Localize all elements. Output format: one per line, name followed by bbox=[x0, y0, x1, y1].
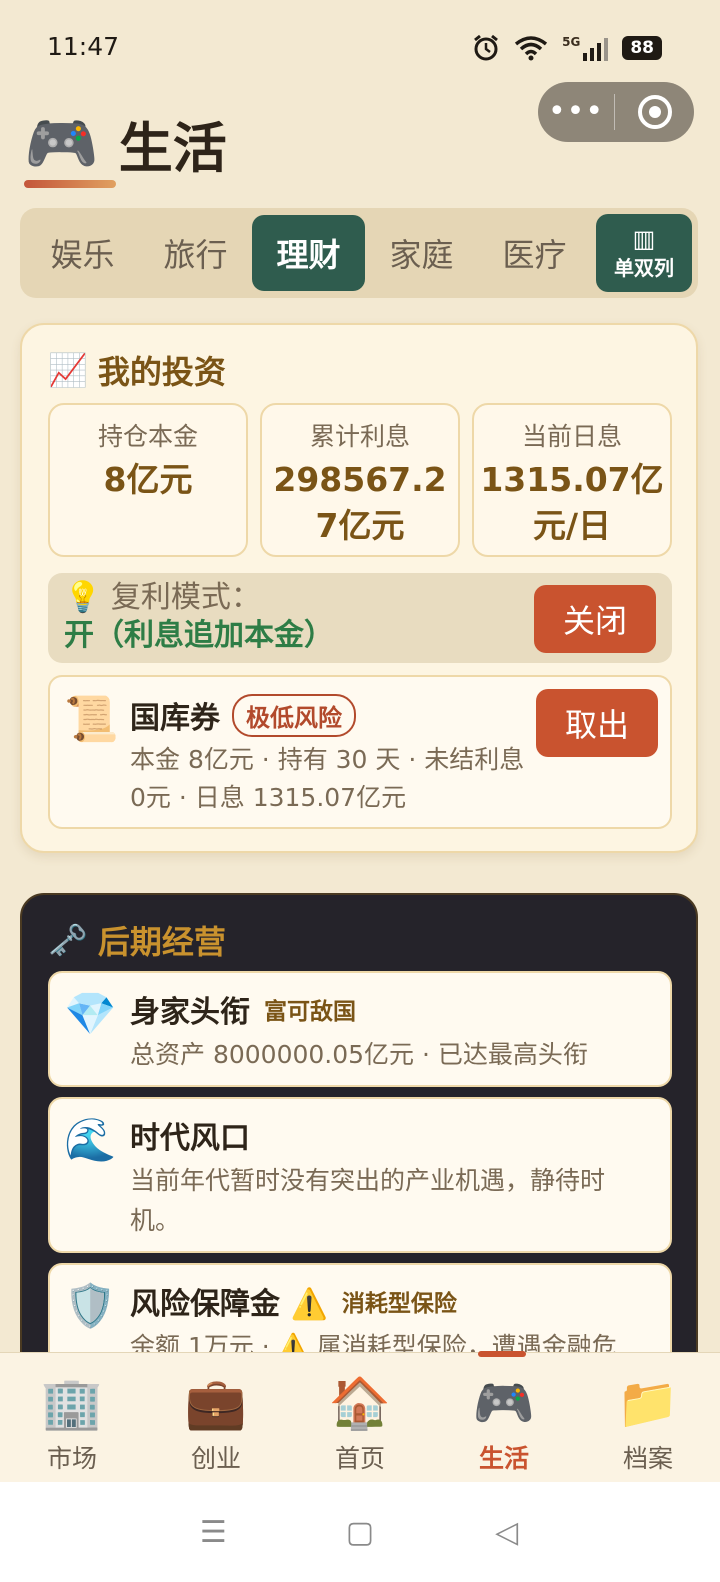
layout-toggle-button[interactable]: ▥ 单双列 bbox=[596, 214, 692, 292]
item-desc: 当前年代暂时没有突出的产业机遇，静待时机。 bbox=[130, 1166, 606, 1235]
nav-item-market[interactable]: 🏢 市场 bbox=[0, 1353, 144, 1482]
briefcase-icon: 💼 bbox=[184, 1374, 248, 1432]
battery-indicator: 88 bbox=[622, 36, 662, 60]
investment-stats: 持仓本金 8亿元 累计利息 298567.27亿元 当前日息 1315.07亿元… bbox=[48, 403, 672, 557]
late-game-card: 🗝️ 后期经营 💎 身家头衔 富可敌国 总资产 8000000.05亿元 · 已… bbox=[20, 893, 698, 1363]
nav-label: 市场 bbox=[46, 1444, 97, 1473]
stat-value: 298567.27亿元 bbox=[273, 460, 447, 545]
nav-item-archive[interactable]: 📁 档案 bbox=[576, 1353, 720, 1482]
chart-up-icon: 📈 bbox=[48, 351, 88, 389]
risk-badge: 极低风险 bbox=[232, 693, 356, 737]
gamepad-icon: 🎮 bbox=[472, 1374, 536, 1432]
investment-title-text: 我的投资 bbox=[97, 353, 226, 391]
list-item-risk-reserve: 🛡️ 风险保障金 ⚠️ 消耗型保险 余额 1万元 · ⚠️ 属消耗型保险，遭遇金… bbox=[48, 1263, 672, 1361]
status-bar: 11:47 5G 88 bbox=[0, 0, 720, 90]
stat-principal: 持仓本金 8亿元 bbox=[48, 403, 248, 557]
bond-detail: 本金 8亿元 · 持有 30 天 · 未结利息 0元 · 日息 1315.07亿… bbox=[130, 745, 525, 812]
active-nav-indicator bbox=[478, 1351, 526, 1357]
nav-label: 创业 bbox=[190, 1444, 241, 1473]
wifi-icon bbox=[515, 36, 548, 61]
item-title: 身家头衔 bbox=[130, 995, 250, 1030]
investment-card: 📈 我的投资 持仓本金 8亿元 累计利息 298567.27亿元 当前日息 13… bbox=[20, 323, 698, 853]
item-title: 风险保障金 ⚠️ bbox=[130, 1287, 328, 1322]
compound-label: 复利模式： bbox=[110, 580, 261, 615]
tab-finance[interactable]: 理财 bbox=[252, 215, 365, 291]
stat-value: 1315.07亿元/日 bbox=[480, 460, 664, 545]
page-title: 生活 bbox=[118, 117, 227, 180]
target-icon bbox=[637, 95, 672, 129]
bottom-nav: 🏢 市场 💼 创业 🏠 首页 🎮 生活 📁 档案 bbox=[0, 1351, 720, 1482]
tab-travel[interactable]: 旅行 bbox=[139, 215, 252, 291]
layout-toggle-label: 单双列 bbox=[614, 255, 674, 280]
signal-label: 5G bbox=[562, 35, 581, 49]
more-dots-icon[interactable]: ••• bbox=[538, 82, 614, 142]
stat-daily-interest: 当前日息 1315.07亿元/日 bbox=[472, 403, 672, 557]
status-time: 11:47 bbox=[47, 32, 120, 61]
compound-value: 开（利息追加本金） bbox=[64, 618, 334, 653]
stat-label: 持仓本金 bbox=[97, 422, 198, 451]
cellular-signal-icon: 5G bbox=[562, 35, 609, 61]
list-item-era-trend: 🌊 时代风口 当前年代暂时没有突出的产业机遇，静待时机。 bbox=[48, 1097, 672, 1253]
item-head: 时代风口 bbox=[130, 1113, 250, 1157]
item-tag: 富可敌国 bbox=[264, 999, 356, 1025]
list-item-net-worth-title: 💎 身家头衔 富可敌国 总资产 8000000.05亿元 · 已达最高头衔 bbox=[48, 971, 672, 1087]
alarm-icon bbox=[474, 34, 499, 61]
stat-value: 8亿元 bbox=[103, 460, 193, 499]
stat-label: 当前日息 bbox=[521, 422, 622, 451]
compound-close-button[interactable]: 关闭 bbox=[534, 585, 656, 653]
home-square-icon[interactable]: ▢ bbox=[330, 1515, 390, 1550]
nav-label: 生活 bbox=[478, 1444, 529, 1473]
item-tag: 消耗型保险 bbox=[341, 1291, 457, 1317]
system-nav-bar: ☰ ▢ ◁ bbox=[0, 1482, 720, 1582]
columns-icon: ▥ bbox=[632, 224, 656, 253]
close-target-button[interactable] bbox=[615, 95, 694, 129]
nav-item-home[interactable]: 🏠 首页 bbox=[288, 1353, 432, 1482]
wave-icon: 🌊 bbox=[64, 1115, 117, 1164]
nav-label: 首页 bbox=[334, 1444, 385, 1473]
investment-title: 📈 我的投资 bbox=[48, 347, 226, 393]
key-icon: 🗝️ bbox=[48, 921, 88, 959]
scroll-icon: 📜 bbox=[64, 694, 119, 745]
house-icon: 🏠 bbox=[328, 1374, 392, 1432]
bond-title-row: 国库券 极低风险 bbox=[130, 693, 356, 737]
tab-family[interactable]: 家庭 bbox=[365, 215, 478, 291]
nav-item-startup[interactable]: 💼 创业 bbox=[144, 1353, 288, 1482]
compound-mode-text: 💡 复利模式：开（利息追加本金） bbox=[64, 579, 516, 655]
tab-medical[interactable]: 医疗 bbox=[478, 215, 591, 291]
nav-item-life[interactable]: 🎮 生活 bbox=[432, 1353, 576, 1482]
category-tabs: 娱乐 旅行 理财 家庭 医疗 ▥ 单双列 bbox=[20, 208, 698, 298]
menu-icon[interactable]: ☰ bbox=[183, 1515, 243, 1550]
bond-item: 📜 国库券 极低风险 本金 8亿元 · 持有 30 天 · 未结利息 0元 · … bbox=[48, 675, 672, 829]
shield-icon: 🛡️ bbox=[64, 1281, 117, 1330]
compound-mode-row: 💡 复利模式：开（利息追加本金） 关闭 bbox=[48, 573, 672, 663]
lightbulb-icon: 💡 bbox=[64, 580, 102, 615]
miniprogram-capsule: ••• bbox=[538, 82, 694, 142]
item-desc: 总资产 8000000.05亿元 · 已达最高头衔 bbox=[130, 1040, 588, 1069]
late-game-title: 🗝️ 后期经营 bbox=[48, 917, 226, 963]
office-building-icon: 🏢 bbox=[40, 1374, 104, 1432]
item-title: 时代风口 bbox=[130, 1121, 250, 1156]
stat-total-interest: 累计利息 298567.27亿元 bbox=[260, 403, 460, 557]
back-triangle-icon[interactable]: ◁ bbox=[477, 1515, 537, 1550]
item-head: 身家头衔 富可敌国 bbox=[130, 987, 356, 1031]
tab-entertainment[interactable]: 娱乐 bbox=[26, 215, 139, 291]
late-game-title-text: 后期经营 bbox=[97, 923, 226, 961]
status-icons: 5G 88 bbox=[472, 34, 662, 62]
bond-name: 国库券 bbox=[130, 701, 220, 736]
item-head: 风险保障金 ⚠️ 消耗型保险 bbox=[130, 1279, 457, 1323]
stat-label: 累计利息 bbox=[309, 422, 410, 451]
gamepad-icon: 🎮 bbox=[24, 108, 99, 179]
withdraw-button[interactable]: 取出 bbox=[536, 689, 658, 757]
page-header: 🎮 生活 bbox=[24, 104, 227, 183]
title-underline bbox=[24, 180, 116, 188]
nav-label: 档案 bbox=[622, 1444, 673, 1473]
folder-icon: 📁 bbox=[616, 1374, 680, 1432]
gem-icon: 💎 bbox=[64, 989, 117, 1038]
